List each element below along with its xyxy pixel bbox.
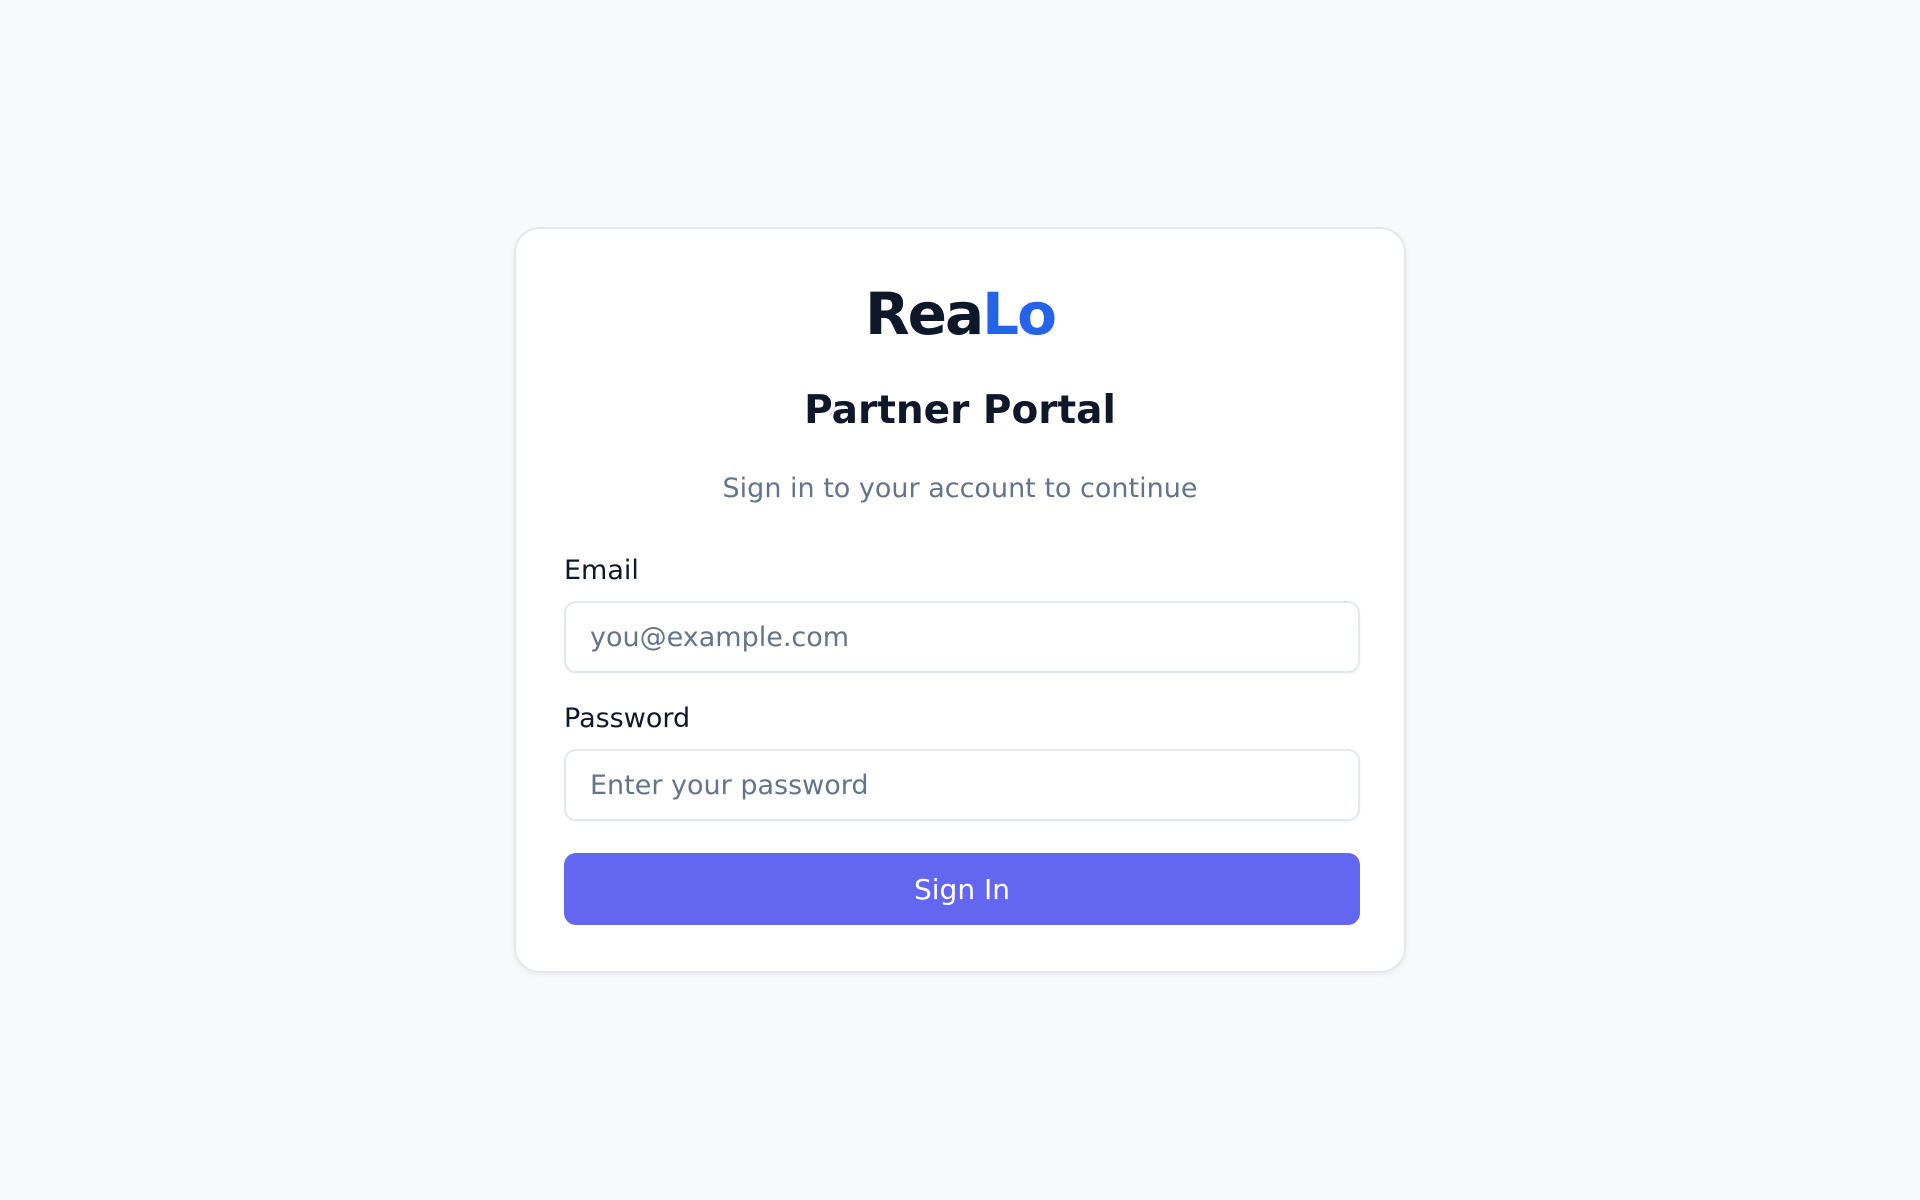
brand-logo: ReaLo <box>516 274 1404 354</box>
email-field[interactable] <box>564 601 1360 673</box>
login-page: ReaLo Partner Portal Sign in to your acc… <box>0 0 1920 1200</box>
login-card: ReaLo Partner Portal Sign in to your acc… <box>514 227 1406 973</box>
brand-logo-part1: Rea <box>865 280 984 348</box>
password-label: Password <box>564 703 691 734</box>
password-field[interactable] <box>564 749 1360 821</box>
email-label: Email <box>564 555 639 586</box>
page-subtitle: Sign in to your account to continue <box>722 473 1198 504</box>
brand-logo-part2: Lo <box>982 280 1057 348</box>
page-title: Partner Portal <box>804 388 1116 433</box>
sign-in-button[interactable]: Sign In <box>564 853 1360 925</box>
